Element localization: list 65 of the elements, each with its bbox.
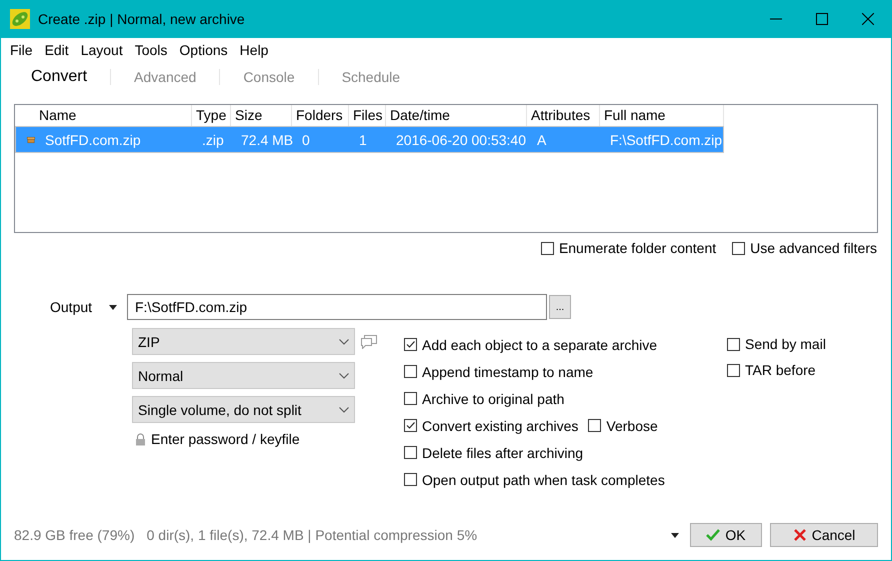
checkbox[interactable]	[727, 338, 740, 350]
checkbox-label[interactable]: Send by mail	[745, 336, 826, 352]
checkbox-label[interactable]: TAR before	[745, 362, 816, 378]
checkbox[interactable]	[404, 419, 417, 432]
status-summary: 0 dir(s), 1 file(s), 72.4 MB | Potential compression 5%	[146, 527, 478, 543]
checkbox-label[interactable]: Convert existing archives	[422, 418, 578, 434]
table-cell-text: 0	[301, 132, 310, 148]
tab[interactable]: Advanced	[110, 69, 220, 85]
lock-icon	[135, 432, 146, 446]
checkbox-label[interactable]: Use advanced filters	[750, 240, 877, 256]
dropdown[interactable]: Single volume, do not split	[132, 396, 355, 423]
checkbox[interactable]	[732, 242, 746, 254]
dropdown[interactable]: ZIP	[132, 328, 355, 355]
tab[interactable]: Console	[219, 69, 318, 85]
checkbox-label[interactable]: Add each object to a separate archive	[422, 336, 658, 352]
menu-item[interactable]: Layout	[74, 42, 129, 58]
checkbox[interactable]	[588, 419, 602, 432]
chevron-icon	[339, 338, 349, 344]
checkbox[interactable]	[404, 338, 417, 351]
checkbox[interactable]	[540, 242, 554, 254]
output-path-field[interactable]: F:\SotfFD.com.zip	[127, 294, 547, 320]
menu-item[interactable]: Options	[173, 42, 234, 58]
close-icon	[862, 13, 874, 25]
table-cell-text: 72.4 MB	[240, 132, 294, 148]
app-icon	[10, 9, 30, 29]
table-cell-text: A	[536, 132, 546, 148]
caret-icon[interactable]	[109, 304, 117, 310]
archive-icon	[26, 136, 36, 142]
table-cell-text: 1	[358, 132, 367, 148]
checkbox[interactable]	[404, 473, 417, 486]
checkbox[interactable]	[404, 446, 417, 459]
checkbox[interactable]	[404, 365, 417, 378]
checkbox-label[interactable]: Open output path when task completes	[422, 472, 665, 488]
tab[interactable]: Schedule	[318, 69, 424, 85]
menu-item[interactable]: Tools	[128, 42, 174, 58]
table-cell-text: SotfFD.com.zip	[44, 132, 141, 148]
ok-button[interactable]: OK	[690, 523, 762, 547]
comment-icon[interactable]	[361, 334, 377, 348]
window-title: Create .zip | Normal, new archive	[38, 11, 246, 27]
tab[interactable]: Convert	[19, 68, 110, 86]
checkbox-label[interactable]: Verbose	[606, 418, 658, 434]
close-icon	[792, 528, 807, 542]
password-link[interactable]: Enter password / keyfile	[151, 431, 300, 447]
table-cell-text: .zip	[201, 132, 224, 148]
menu-item[interactable]: Help	[234, 42, 274, 58]
checkbox-label[interactable]: Enumerate folder content	[558, 240, 716, 256]
chevron-icon	[339, 406, 349, 412]
menu-item[interactable]: Edit	[38, 42, 75, 58]
maximize-icon	[816, 13, 828, 25]
dropdown[interactable]: Normal	[132, 362, 355, 389]
checkbox-label[interactable]: Archive to original path	[422, 390, 564, 406]
check-icon	[706, 528, 720, 542]
menu-item[interactable]: File	[4, 42, 39, 58]
checkbox-label[interactable]: Append timestamp to name	[422, 364, 594, 380]
checkbox[interactable]	[727, 364, 740, 376]
browse-button[interactable]: ...	[549, 295, 571, 319]
chevron-icon	[339, 372, 349, 378]
output-label: Output	[50, 299, 94, 315]
checkbox[interactable]	[404, 392, 417, 405]
caret-icon[interactable]	[671, 532, 679, 538]
table-cell-text: 2016-06-20 00:53:40	[395, 132, 526, 148]
cancel-button[interactable]: Cancel	[770, 523, 878, 547]
free-space-text: 82.9 GB free (79%)	[14, 527, 135, 543]
table-cell-text: F:\SotfFD.com.zip	[609, 132, 722, 148]
checkbox-label[interactable]: Delete files after archiving	[422, 444, 584, 460]
